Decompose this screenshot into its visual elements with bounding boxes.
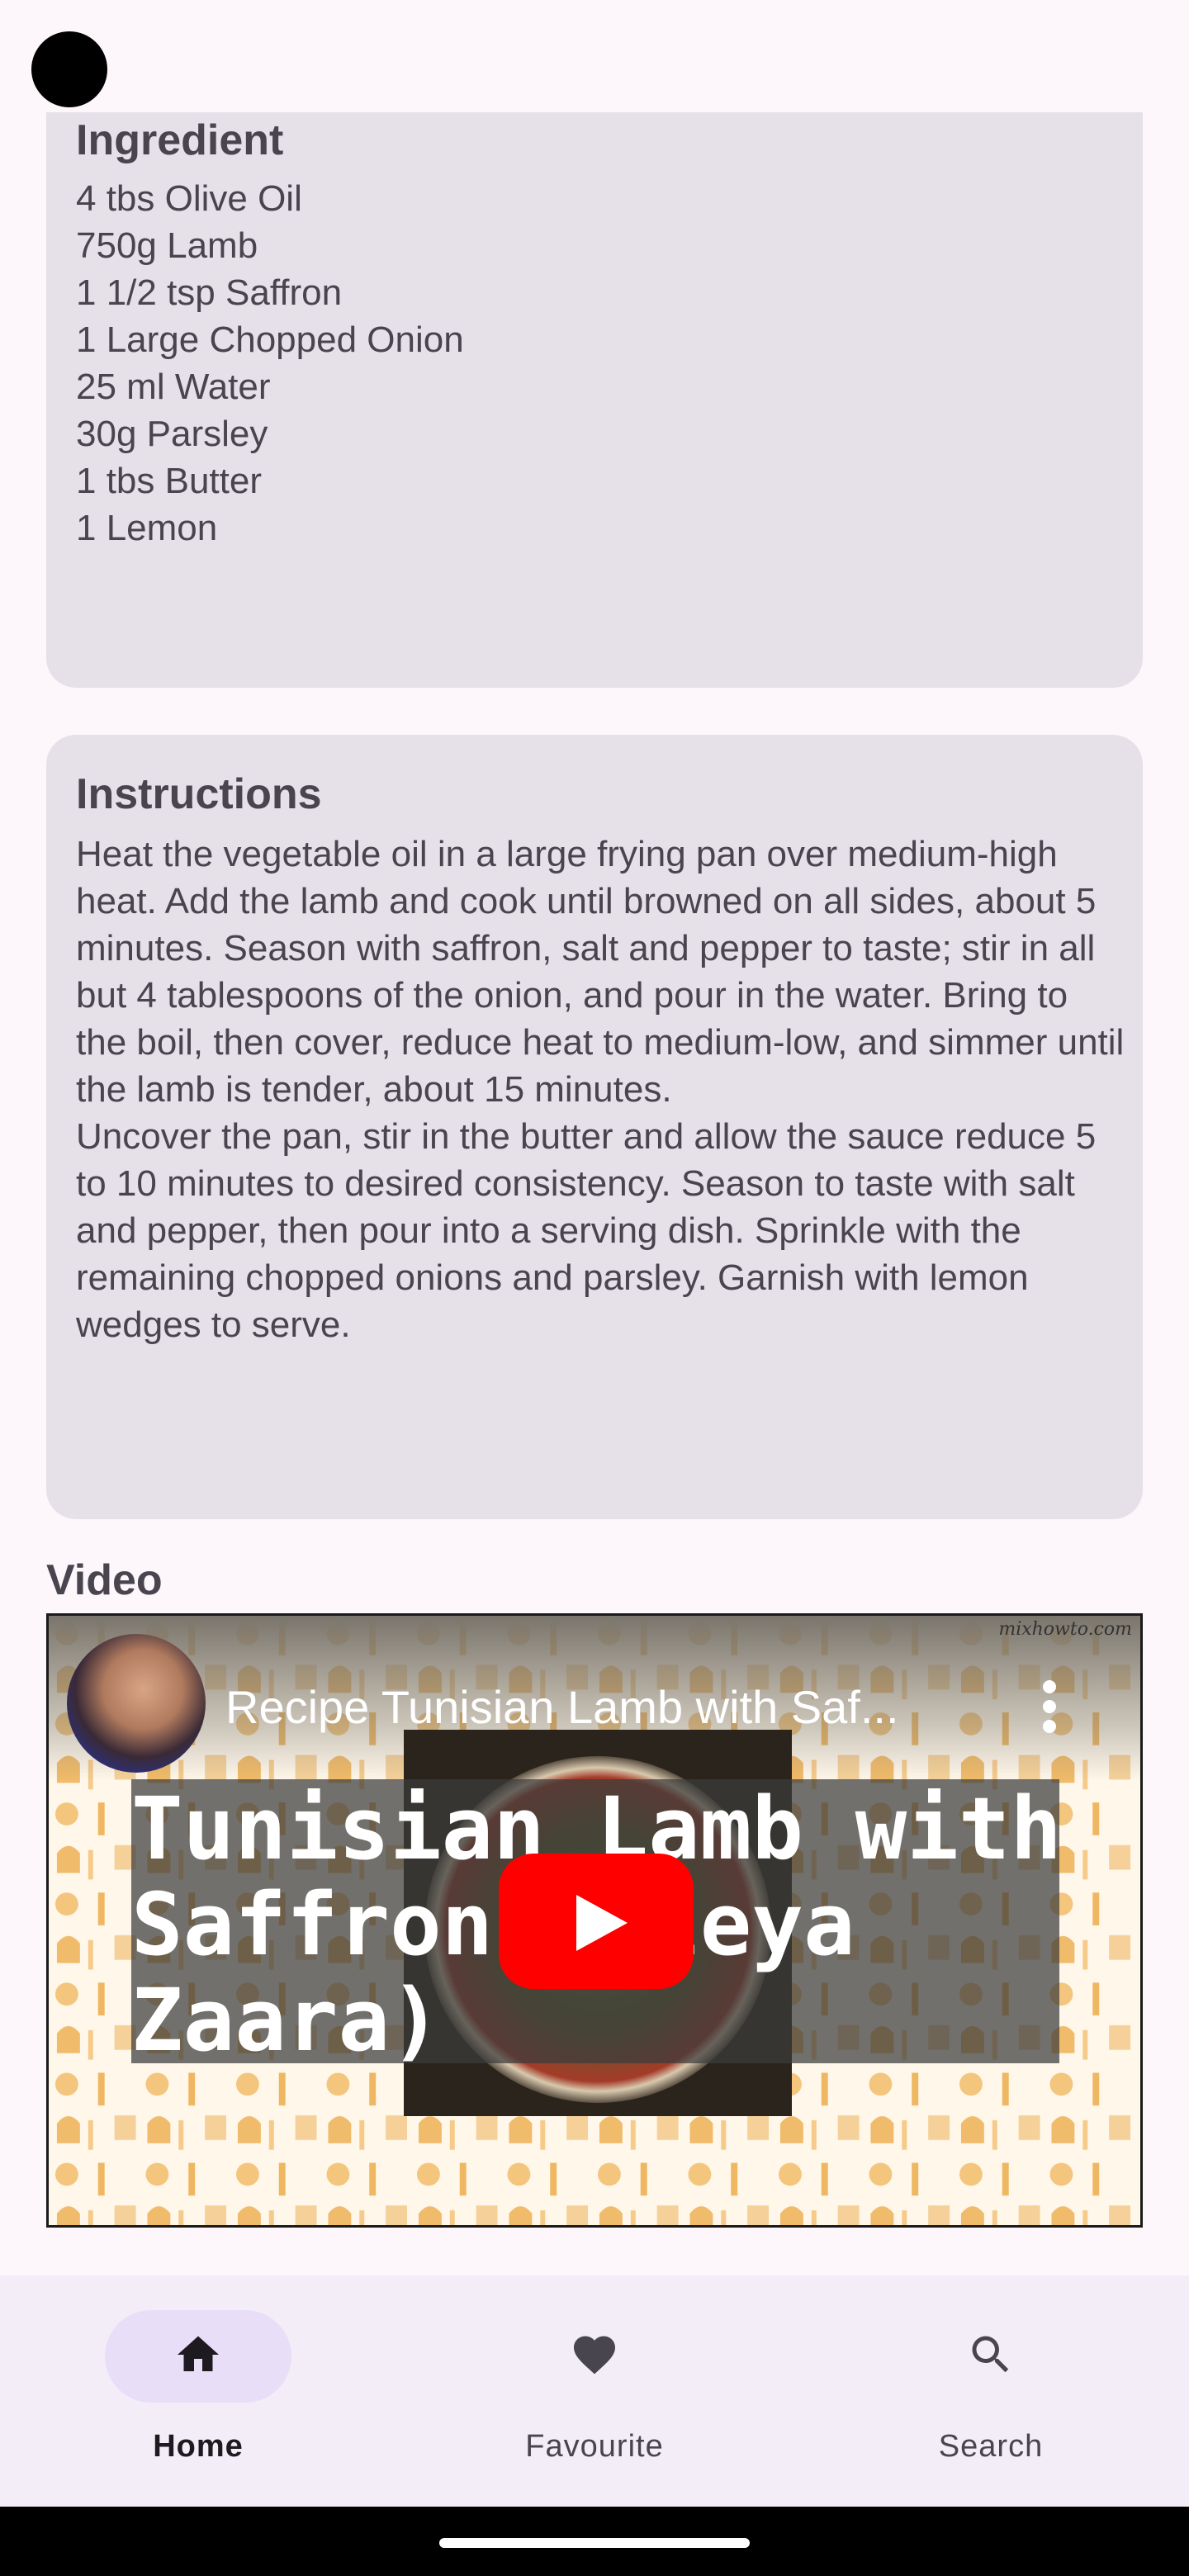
nav-item-favourite[interactable]: Favourite — [396, 2275, 793, 2507]
video-player[interactable]: mixhowto.com Tunisian Lamb with Saffron … — [46, 1613, 1143, 2228]
ingredient-card: Ingredient 4 tbs Olive Oil 750g Lamb 1 1… — [46, 112, 1143, 688]
instructions-card: Instructions Heat the vegetable oil in a… — [46, 735, 1143, 1519]
bottom-navigation: Home Favourite Search — [0, 2275, 1189, 2507]
nav-item-search[interactable]: Search — [793, 2275, 1189, 2507]
instructions-title: Instructions — [76, 770, 322, 818]
heart-icon — [574, 2336, 615, 2375]
ingredient-list: 4 tbs Olive Oil 750g Lamb 1 1/2 tsp Saff… — [76, 178, 464, 548]
home-icon — [178, 2336, 219, 2371]
nav-label-home: Home — [153, 2429, 244, 2464]
home-gesture-handle[interactable] — [439, 2538, 750, 2548]
channel-avatar[interactable] — [67, 1634, 206, 1773]
nav-item-home[interactable]: Home — [0, 2275, 396, 2507]
more-vert-icon[interactable] — [1041, 1680, 1058, 1733]
camera-cutout — [31, 31, 107, 107]
play-button[interactable] — [499, 1854, 694, 1989]
status-bar — [0, 0, 1189, 112]
search-icon — [972, 2336, 1009, 2373]
nav-label-favourite: Favourite — [525, 2429, 664, 2464]
instructions-text: Heat the vegetable oil in a large frying… — [76, 834, 1125, 1345]
video-watermark: mixhowto.com — [998, 1619, 1132, 1640]
system-gesture-bar — [0, 2507, 1189, 2576]
video-section-title: Video — [46, 1556, 163, 1604]
video-caption[interactable]: Recipe Tunisian Lamb with Saf... — [225, 1680, 993, 1734]
nav-label-search: Search — [938, 2429, 1044, 2464]
ingredient-title: Ingredient — [76, 116, 284, 164]
